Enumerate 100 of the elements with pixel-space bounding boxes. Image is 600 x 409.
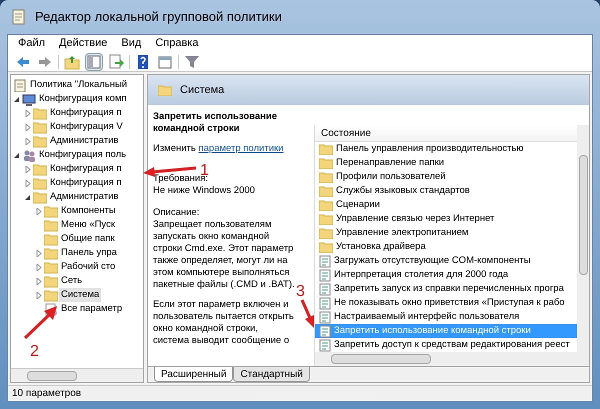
status-text: 10 параметров — [12, 387, 82, 401]
setting-icon — [319, 268, 331, 282]
expand-icon[interactable] — [23, 122, 32, 132]
folder-icon — [319, 171, 333, 183]
tree-item[interactable]: Система — [59, 288, 102, 302]
folder-icon — [33, 120, 47, 134]
expand-icon[interactable] — [34, 276, 43, 286]
list-item[interactable]: Установка драйвера — [315, 240, 577, 254]
requirements-text: Не ниже Windows 2000 — [153, 185, 256, 197]
folder-icon — [33, 190, 47, 204]
policy-link[interactable]: параметр политики — [198, 143, 284, 154]
tree-item[interactable]: Рабочий сто — [59, 260, 118, 274]
tree-item[interactable]: Меню «Пуск — [59, 218, 117, 232]
window-title: Редактор локальной групповой политики — [35, 8, 282, 26]
expand-icon[interactable] — [34, 206, 43, 216]
setting-icon — [319, 310, 331, 324]
folder-icon — [44, 204, 58, 218]
folder-icon — [44, 288, 58, 302]
setting-icon — [319, 324, 331, 338]
setting-icon — [319, 282, 331, 296]
folder-icon — [44, 274, 58, 288]
folder-icon — [33, 176, 47, 190]
horizontal-scrollbar[interactable] — [11, 368, 143, 382]
description-text: Запрещает пользователям запускать окно командной строки Cmd.exe. Этот параметр также определяет, могут ли на этом компьютере выполняться пакетные файлы (.CMD и .BAT). — [153, 219, 296, 291]
list-item[interactable]: Управление электропитанием — [315, 226, 577, 240]
list-item[interactable]: Сценарии — [315, 198, 577, 212]
tree-item[interactable]: Общие папк — [59, 232, 117, 246]
expand-icon[interactable] — [23, 108, 32, 118]
folder-icon — [33, 134, 47, 148]
tree-item[interactable]: Все параметр — [59, 302, 124, 316]
annotation-arrow — [24, 306, 57, 340]
expand-icon[interactable] — [23, 178, 32, 188]
folder-icon — [44, 260, 58, 274]
document-icon — [13, 78, 27, 92]
setting-icon — [319, 254, 331, 268]
list-item[interactable]: Профили пользователей — [315, 170, 577, 184]
tree-item[interactable]: Конфигурация п — [48, 176, 124, 190]
folder-icon — [44, 232, 58, 246]
setting-icon — [319, 296, 331, 310]
folder-icon — [44, 218, 58, 232]
collapse-icon[interactable] — [12, 150, 21, 160]
panel-title: Система — [180, 82, 224, 98]
tree-item[interactable]: Панель упра — [59, 246, 119, 260]
menu-item[interactable]: Вид — [121, 35, 142, 52]
folder-icon — [158, 84, 172, 96]
toolbar-button[interactable] — [107, 52, 125, 70]
expand-icon[interactable] — [23, 164, 32, 174]
policy-title: Запретить использование командной строки — [153, 111, 278, 135]
collapse-icon[interactable] — [12, 94, 21, 104]
list-item[interactable]: Запретить запуск из справки перечисленных програ — [315, 282, 577, 296]
folder-icon — [319, 199, 333, 211]
expand-icon[interactable] — [34, 262, 43, 272]
expand-icon[interactable] — [34, 248, 43, 258]
toolbar-button[interactable] — [85, 52, 103, 70]
expand-icon[interactable] — [23, 136, 32, 146]
list-item[interactable]: Интерпретация столетия для 2000 года — [315, 268, 577, 282]
collapse-icon[interactable] — [23, 192, 32, 202]
menu-item[interactable]: Файл — [18, 35, 46, 52]
list-item[interactable]: Не показывать окно приветствия «Приступая к рабо — [315, 296, 577, 310]
list-item[interactable]: Управление связью через Интернет — [315, 212, 577, 226]
expand-icon[interactable] — [34, 290, 43, 300]
edit-label: Изменить — [153, 143, 197, 154]
tree-item[interactable]: Конфигурация поль — [37, 148, 128, 162]
tree-item[interactable]: Компоненты — [59, 204, 118, 218]
list-item[interactable]: Запретить доступ к средствам редактирования реест — [315, 338, 577, 352]
tree-item[interactable]: Конфигурация комп — [37, 92, 129, 106]
folder-icon — [319, 157, 333, 169]
tab[interactable]: Стандартный — [233, 367, 310, 382]
folder-icon — [319, 227, 333, 239]
setting-icon — [319, 338, 331, 352]
folder-icon — [33, 106, 47, 120]
tree-item[interactable]: Административ — [48, 134, 120, 148]
annotation-arrow — [300, 299, 314, 328]
description-text: Если этот параметр включен и пользователь пытается открыть окно командной строки, система выводит сообщение о — [153, 299, 295, 347]
tree-item[interactable]: Административ — [48, 190, 120, 204]
tree-item[interactable]: Политика "Локальный — [28, 78, 130, 92]
description-label: Описание: — [153, 207, 200, 219]
list-item[interactable]: Настраиваемый интерфейс пользователя — [315, 310, 577, 324]
tree-item[interactable]: Конфигурация V — [48, 120, 125, 134]
list-item[interactable]: Службы языковых стандартов — [315, 184, 577, 198]
horizontal-scrollbar[interactable] — [315, 352, 589, 366]
menu-item[interactable]: Действие — [59, 35, 108, 52]
folder-icon — [319, 213, 333, 225]
list-item[interactable]: Перенаправление папки — [315, 156, 577, 170]
menu-item[interactable]: Справка — [155, 35, 198, 52]
app-icon — [11, 9, 27, 25]
folder-icon — [44, 246, 58, 260]
annotation-number: 3 — [296, 283, 305, 300]
tree-item[interactable]: Конфигурация п — [48, 106, 124, 120]
vertical-scrollbar[interactable] — [577, 125, 589, 352]
folder-icon — [33, 162, 47, 176]
tree-item[interactable]: Конфигурация п — [48, 162, 124, 176]
list-item[interactable]: Панель управления производительностью — [315, 142, 577, 156]
computer-icon — [22, 92, 36, 106]
list-item[interactable]: Загружать отсутствующие COM-компоненты — [315, 254, 577, 268]
folder-icon — [319, 185, 333, 197]
tab[interactable]: Расширенный — [154, 367, 234, 382]
annotation-number: 2 — [30, 343, 39, 360]
folder-icon — [319, 241, 333, 253]
tree-item[interactable]: Сеть — [59, 274, 84, 288]
